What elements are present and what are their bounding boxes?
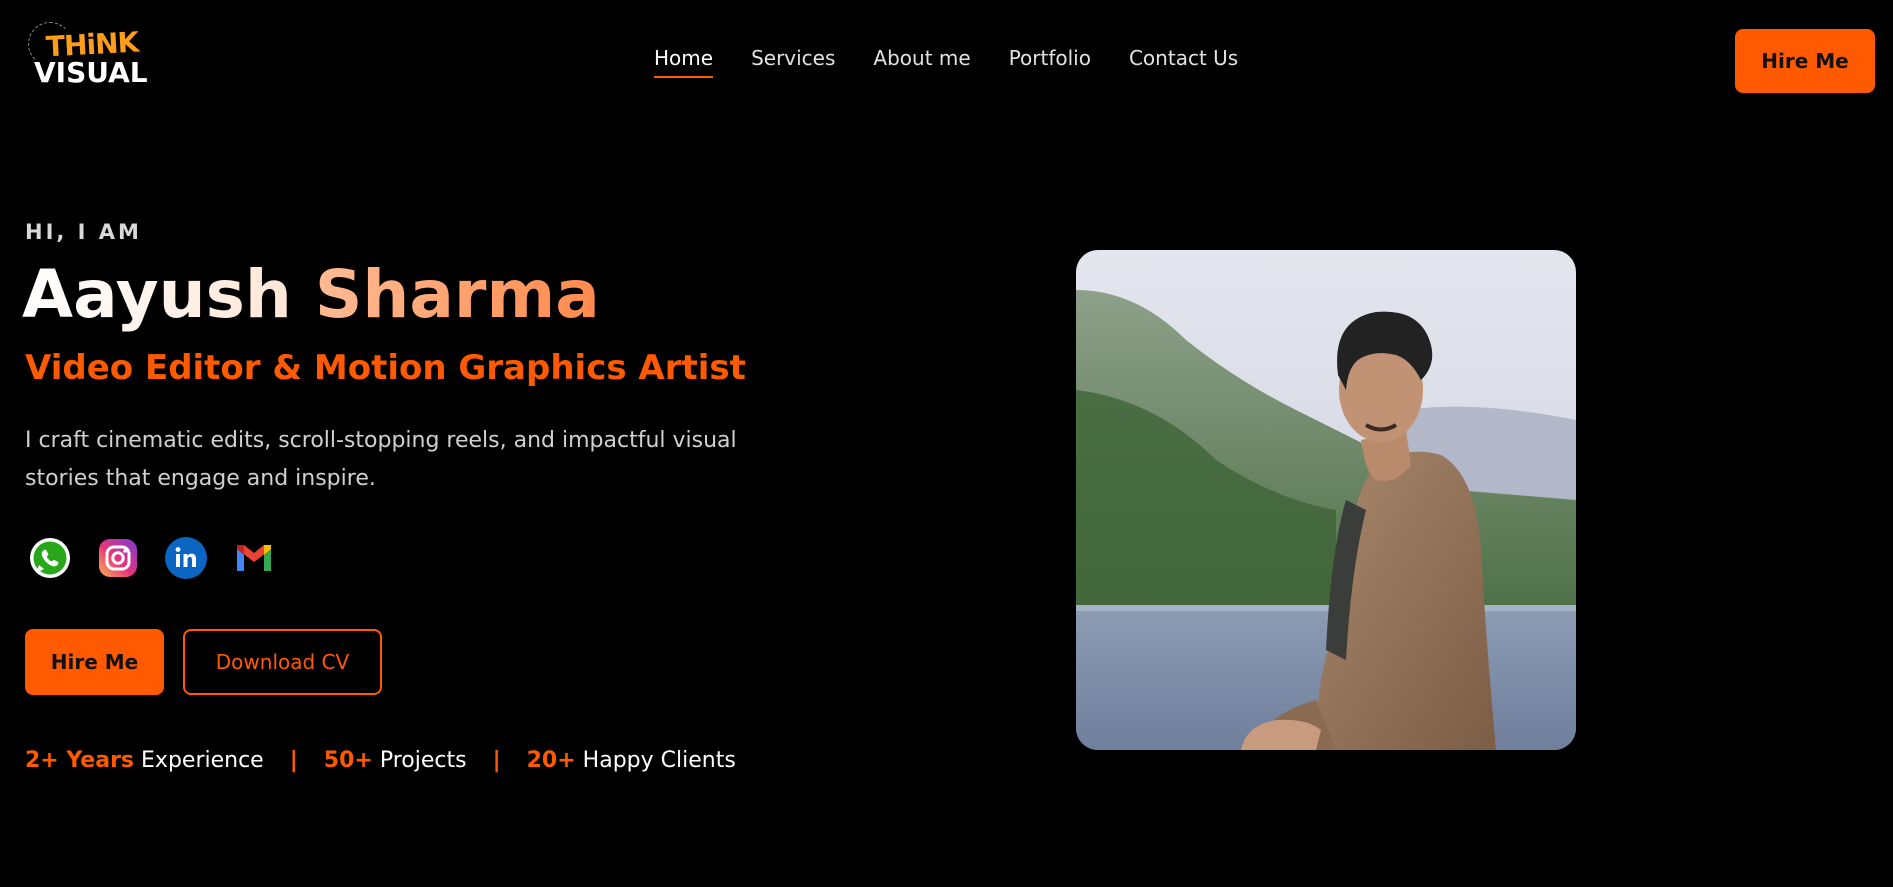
profile-photo: [1076, 250, 1576, 750]
whatsapp-icon[interactable]: [28, 536, 72, 580]
main-nav: Home Services About me Portfolio Contact…: [654, 46, 1276, 78]
stat-value: 50+: [323, 748, 373, 773]
hero-greeting: HI, I AM: [25, 220, 142, 244]
stat-label: Experience: [141, 748, 264, 773]
header-hire-me-button[interactable]: Hire Me: [1735, 29, 1875, 93]
stat-divider: |: [289, 748, 298, 773]
profile-photo-illustration: [1076, 250, 1576, 750]
hero-description: I craft cinematic edits, scroll-stopping…: [25, 428, 737, 491]
brand-logo[interactable]: THiNK VISUAL: [28, 22, 148, 89]
hero-name: Aayush Sharma: [22, 256, 600, 333]
stat-clients: 20+ Happy Clients: [527, 748, 736, 773]
hire-me-button[interactable]: Hire Me: [25, 629, 164, 695]
nav-about-me[interactable]: About me: [873, 46, 970, 78]
instagram-icon[interactable]: [96, 536, 140, 580]
hero-role: Video Editor & Motion Graphics Artist: [25, 348, 746, 388]
stat-value: 2+ Years: [25, 748, 135, 773]
social-links: [28, 536, 300, 580]
stat-divider: |: [492, 748, 501, 773]
nav-contact-us[interactable]: Contact Us: [1129, 46, 1238, 78]
linkedin-icon[interactable]: [164, 536, 208, 580]
stat-label: Projects: [379, 748, 467, 773]
hero-last-name: Sharma: [314, 256, 600, 333]
hero-first-name: Aayush: [22, 256, 292, 333]
stats-row: 2+ Years Experience | 50+ Projects | 20+…: [25, 748, 736, 773]
download-cv-button[interactable]: Download CV: [183, 629, 382, 695]
nav-services[interactable]: Services: [751, 46, 835, 78]
gmail-icon[interactable]: [232, 536, 276, 580]
stat-projects: 50+ Projects: [324, 748, 467, 773]
nav-portfolio[interactable]: Portfolio: [1009, 46, 1091, 78]
stat-label: Happy Clients: [582, 748, 736, 773]
stat-value: 20+: [526, 748, 576, 773]
stat-experience: 2+ Years Experience: [25, 748, 264, 773]
logo-visual-text: VISUAL: [34, 56, 148, 89]
nav-home[interactable]: Home: [654, 46, 714, 78]
